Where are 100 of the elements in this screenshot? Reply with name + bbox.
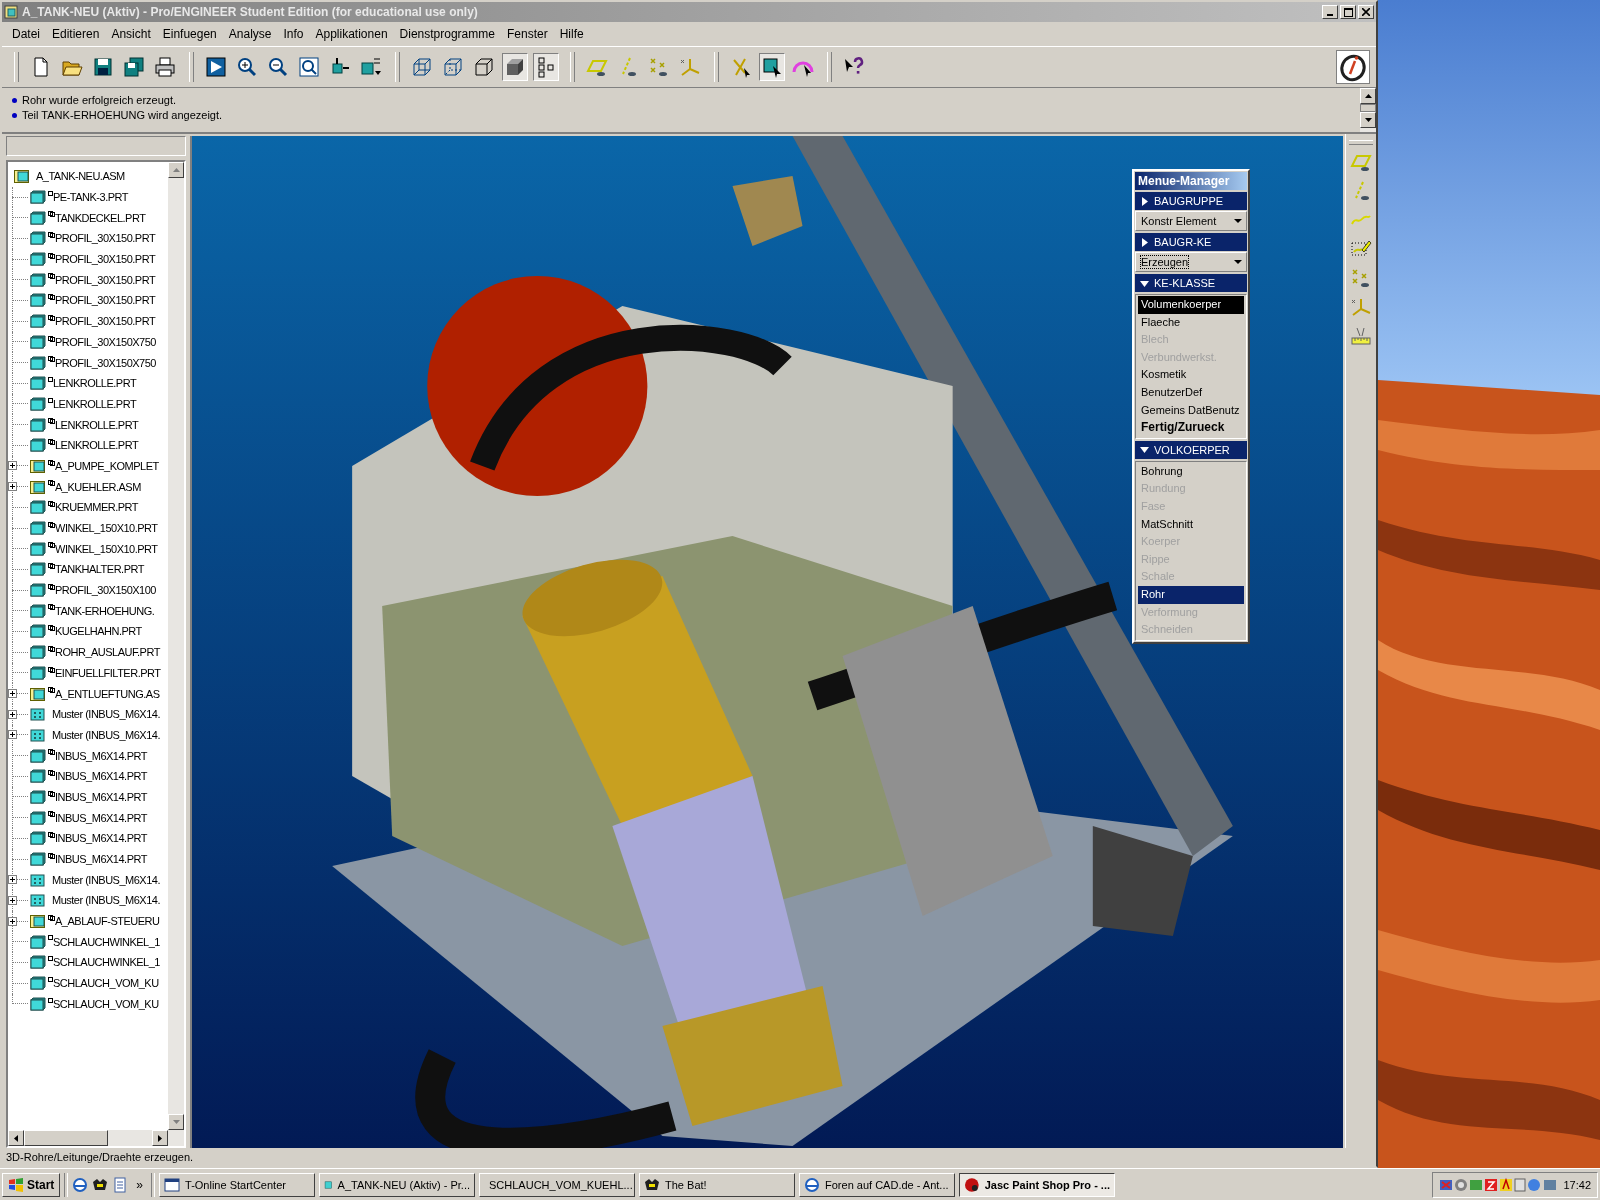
tree-item[interactable]: TANKHALTER.PRT <box>55 563 144 576</box>
bat-icon[interactable] <box>92 1176 109 1193</box>
expand-toggle-icon[interactable] <box>8 709 17 719</box>
tree-item[interactable]: LENKROLLE.PRT <box>55 418 139 431</box>
menu-item[interactable]: Einfuegen <box>162 27 217 41</box>
tree-item[interactable]: ROHR_AUSLAUF.PRT <box>55 646 160 659</box>
tree-item[interactable]: A_PUMPE_KOMPLET <box>55 459 159 472</box>
tree-item[interactable]: WINKEL_150X10.PRT <box>55 522 158 535</box>
tree-item[interactable]: PROFIL_30X150X100 <box>55 584 156 597</box>
tree-item[interactable]: PROFIL_30X150.PRT <box>55 294 156 307</box>
menu-option[interactable]: Rohr <box>1138 585 1244 604</box>
tree-item[interactable]: INBUS_M6X14.PRT <box>55 832 147 845</box>
menu-section-header[interactable]: BAUGRUPPE <box>1135 192 1247 210</box>
menu-item[interactable]: Info <box>283 27 304 41</box>
menu-item[interactable]: Editieren <box>52 27 100 41</box>
maximize-button[interactable] <box>1340 5 1356 19</box>
taskbar-button[interactable]: Jasc Paint Shop Pro - ... <box>959 1172 1116 1197</box>
message-text: Rohr wurde erfolgreich erzeugt. <box>22 94 177 106</box>
tree-item[interactable]: Muster (INBUS_M6X14. <box>52 894 160 907</box>
taskbar-button[interactable]: Foren auf CAD.de - Ant... <box>799 1172 956 1197</box>
tree-item[interactable]: LENKROLLE.PRT <box>55 439 139 452</box>
menu-item[interactable]: Hilfe <box>559 27 584 41</box>
taskbar-button[interactable]: SCHLAUCH_VOM_KUEHL... <box>479 1172 636 1197</box>
close-button[interactable] <box>1358 5 1374 19</box>
tree-item[interactable]: PROFIL_30X150.PRT <box>55 315 156 328</box>
menu-item[interactable]: Ansicht <box>111 27 151 41</box>
cubecursor-icon[interactable] <box>759 53 785 81</box>
scrollbar[interactable] <box>8 1130 184 1146</box>
tree-item[interactable]: INBUS_M6X14.PRT <box>55 853 147 866</box>
menu-option[interactable]: Gemeins DatBenutz <box>1138 401 1244 420</box>
tree-item[interactable]: A_KUEHLER.ASM <box>55 480 141 493</box>
taskbar-button[interactable]: T-Online StartCenter <box>159 1172 316 1197</box>
menu-option[interactable]: Kosmetik <box>1138 366 1244 384</box>
tree-item[interactable]: SCHLAUCH_VOM_KU <box>53 997 159 1010</box>
part-cube-icon <box>30 996 46 1011</box>
expand-toggle-icon[interactable] <box>8 916 17 926</box>
scrollbar[interactable] <box>1360 88 1376 132</box>
taskbar-button[interactable]: A_TANK-NEU (Aktiv) - Pr... <box>319 1172 476 1197</box>
menu-section-header[interactable]: BAUGR-KE <box>1135 233 1247 251</box>
menu-option[interactable]: Flaeche <box>1138 313 1244 332</box>
tree-item[interactable]: TANKDECKEL.PRT <box>55 211 146 224</box>
menu-item[interactable]: Datei <box>12 27 40 41</box>
menu-option[interactable]: BenutzerDef <box>1138 383 1244 402</box>
tree-item[interactable]: SCHLAUCHWINKEL_1 <box>53 935 160 948</box>
minimize-button[interactable] <box>1322 5 1338 19</box>
tree-item[interactable]: INBUS_M6X14.PRT <box>55 770 147 783</box>
tree-item[interactable]: PROFIL_30X150X750 <box>55 356 156 369</box>
tree-item[interactable]: Muster (INBUS_M6X14. <box>52 873 160 886</box>
menu-item[interactable]: Applikationen <box>315 27 388 41</box>
paint-icon <box>964 1176 980 1193</box>
more-button[interactable]: » <box>132 1177 148 1192</box>
logo-icon[interactable] <box>1336 50 1370 84</box>
menu-item[interactable]: Analyse <box>228 27 272 41</box>
expand-toggle-icon[interactable] <box>8 689 17 699</box>
double-square-icon <box>48 687 55 694</box>
double-square-icon <box>48 666 55 673</box>
tree-item[interactable]: A_ABLAUF-STEUERU <box>55 915 160 928</box>
tree-item[interactable]: Muster (INBUS_M6X14. <box>52 728 160 741</box>
dropdown[interactable]: Erzeugen <box>1135 252 1247 272</box>
tree-item[interactable]: EINFUELLFILTER.PRT <box>55 666 161 679</box>
input-field[interactable] <box>6 136 186 156</box>
tree-item[interactable]: PROFIL_30X150.PRT <box>55 232 156 245</box>
expand-toggle-icon[interactable] <box>8 875 17 885</box>
scrollbar[interactable] <box>168 162 184 1130</box>
tree-item[interactable]: INBUS_M6X14.PRT <box>55 811 147 824</box>
expand-toggle-icon[interactable] <box>8 730 17 740</box>
tree-item[interactable]: SCHLAUCHWINKEL_1 <box>53 956 160 969</box>
tree-item[interactable]: A_ENTLUEFTUNG.AS <box>55 687 160 700</box>
tree-item[interactable]: A_TANK-NEU.ASM <box>36 170 125 183</box>
tree-item[interactable]: INBUS_M6X14.PRT <box>55 790 147 803</box>
tree-item[interactable]: Muster (INBUS_M6X14. <box>52 708 160 721</box>
menu-section-header[interactable]: VOLKOERPER <box>1135 440 1247 459</box>
tree-item[interactable]: PROFIL_30X150.PRT <box>55 253 156 266</box>
menu-item[interactable]: Dienstprogramme <box>399 27 495 41</box>
tree-item[interactable]: SCHLAUCH_VOM_KU <box>53 977 159 990</box>
tree-item[interactable]: KUGELHAHN.PRT <box>55 625 142 638</box>
menu-option[interactable]: Volumenkoerper <box>1138 296 1244 314</box>
browser-icon[interactable] <box>72 1176 89 1193</box>
tree-item[interactable]: PE-TANK-3.PRT <box>53 191 128 204</box>
tree-item[interactable]: WINKEL_150X10.PRT <box>55 542 158 555</box>
taskbar-button[interactable]: The Bat! <box>639 1172 796 1197</box>
menu-option[interactable]: Fertig/Zurueck <box>1138 419 1244 437</box>
tree-item[interactable]: LENKROLLE.PRT <box>53 397 137 410</box>
expand-toggle-icon[interactable] <box>8 895 17 905</box>
tree-item[interactable]: KRUEMMER.PRT <box>55 501 139 514</box>
expand-toggle-icon[interactable] <box>8 461 17 471</box>
shaded-icon[interactable] <box>502 53 528 81</box>
tree-item[interactable]: TANK-ERHOEHUNG. <box>55 604 155 617</box>
dropdown[interactable]: Konstr Element <box>1135 211 1247 231</box>
tree-icon[interactable] <box>533 53 559 81</box>
tree-item[interactable]: INBUS_M6X14.PRT <box>55 749 147 762</box>
tree-item[interactable]: LENKROLLE.PRT <box>53 377 137 390</box>
menu-option[interactable]: MatSchnitt <box>1138 515 1244 534</box>
menu-item[interactable]: Fenster <box>506 27 548 41</box>
menu-option[interactable]: Bohrung <box>1138 462 1244 481</box>
tree-item[interactable]: PROFIL_30X150X750 <box>55 335 156 348</box>
expand-toggle-icon[interactable] <box>8 482 17 492</box>
start-button[interactable]: Start <box>2 1172 61 1197</box>
tree-item[interactable]: PROFIL_30X150.PRT <box>55 273 156 286</box>
menu-section-header[interactable]: KE-KLASSE <box>1135 274 1247 292</box>
